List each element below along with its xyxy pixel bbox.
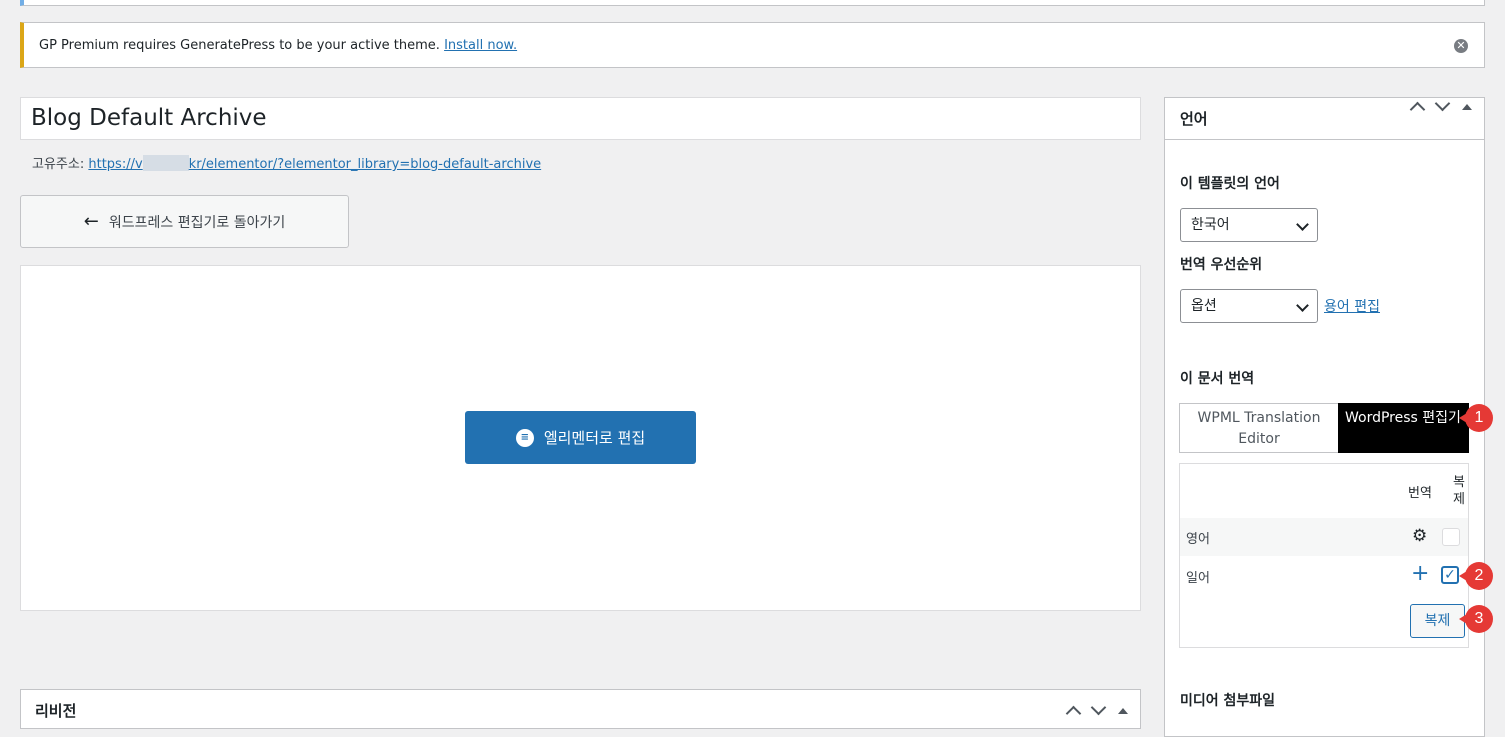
edit-with-elementor-button[interactable]: ≡ 엘리멘터로 편집 xyxy=(465,411,696,464)
duplicate-button[interactable]: 복제 xyxy=(1410,604,1465,638)
template-language-label: 이 템플릿의 언어 xyxy=(1180,176,1280,192)
elementor-icon: ≡ xyxy=(515,428,534,447)
gear-icon[interactable]: ⚙ xyxy=(1412,526,1427,546)
move-down-icon[interactable] xyxy=(1090,699,1107,716)
elementor-button-label: 엘리멘터로 편집 xyxy=(543,429,646,447)
move-down-icon[interactable] xyxy=(1434,95,1451,112)
step-badge-3: 3 xyxy=(1459,605,1493,633)
install-now-link[interactable]: Install now. xyxy=(444,38,517,53)
info-notice xyxy=(20,0,1485,6)
translation-priority-select[interactable]: 옵션 xyxy=(1180,289,1318,323)
move-up-icon[interactable] xyxy=(1065,705,1082,722)
collapse-icon[interactable] xyxy=(1118,707,1128,714)
tab-wpml-translation-editor[interactable]: WPML Translation Editor xyxy=(1179,403,1339,453)
column-header-translate: 번역 xyxy=(1408,486,1432,501)
column-header-duplicate: 복제 xyxy=(1453,475,1465,507)
duplicate-checkbox-english[interactable] xyxy=(1442,528,1460,546)
step-badge-1: 1 xyxy=(1459,404,1493,432)
language-box-title: 언어 xyxy=(1180,110,1208,128)
language-box-header: 언어 xyxy=(1165,95,1484,140)
row-lang-japanese: 일어 xyxy=(1186,571,1210,586)
chevron-down-icon xyxy=(1296,218,1309,231)
revisions-box: 리비전 xyxy=(20,689,1141,729)
plus-icon[interactable]: + xyxy=(1411,562,1429,586)
permalink-link[interactable]: https://v kr/elementor/?elementor_library… xyxy=(88,155,541,172)
post-title-input[interactable]: Blog Default Archive xyxy=(20,97,1141,140)
arrow-left-icon: ← xyxy=(83,211,99,232)
translate-document-label: 이 문서 번역 xyxy=(1180,371,1255,387)
permalink-label: 고유주소: xyxy=(32,157,85,172)
chevron-down-icon xyxy=(1296,299,1309,312)
move-up-icon[interactable] xyxy=(1409,101,1426,118)
revisions-title: 리비전 xyxy=(35,702,77,720)
redacted-block xyxy=(142,155,189,171)
media-attachments-title: 미디어 첨부파일 xyxy=(1180,693,1276,709)
tab-wordpress-editor[interactable]: WordPress 편집기 xyxy=(1338,403,1469,453)
collapse-icon[interactable] xyxy=(1462,103,1472,110)
dismiss-icon[interactable]: ✕ xyxy=(1454,39,1468,53)
duplicate-checkbox-japanese[interactable]: ✓ xyxy=(1441,566,1459,584)
notice-text: GP Premium requires GeneratePress to be … xyxy=(39,38,440,53)
template-language-select[interactable]: 한국어 xyxy=(1180,208,1318,242)
step-badge-2: 2 xyxy=(1459,562,1493,590)
back-button-label: 워드프레스 편집기로 돌아가기 xyxy=(108,214,286,231)
gp-premium-notice: GP Premium requires GeneratePress to be … xyxy=(20,22,1485,68)
translation-priority-label: 번역 우선순위 xyxy=(1180,257,1263,273)
edit-terms-link[interactable]: 용어 편집 xyxy=(1324,296,1380,316)
back-to-wordpress-editor-button[interactable]: ← 워드프레스 편집기로 돌아가기 xyxy=(20,195,349,248)
row-lang-english: 영어 xyxy=(1186,532,1210,547)
permalink: 고유주소: https://v kr/elementor/?elementor_l… xyxy=(32,153,541,172)
